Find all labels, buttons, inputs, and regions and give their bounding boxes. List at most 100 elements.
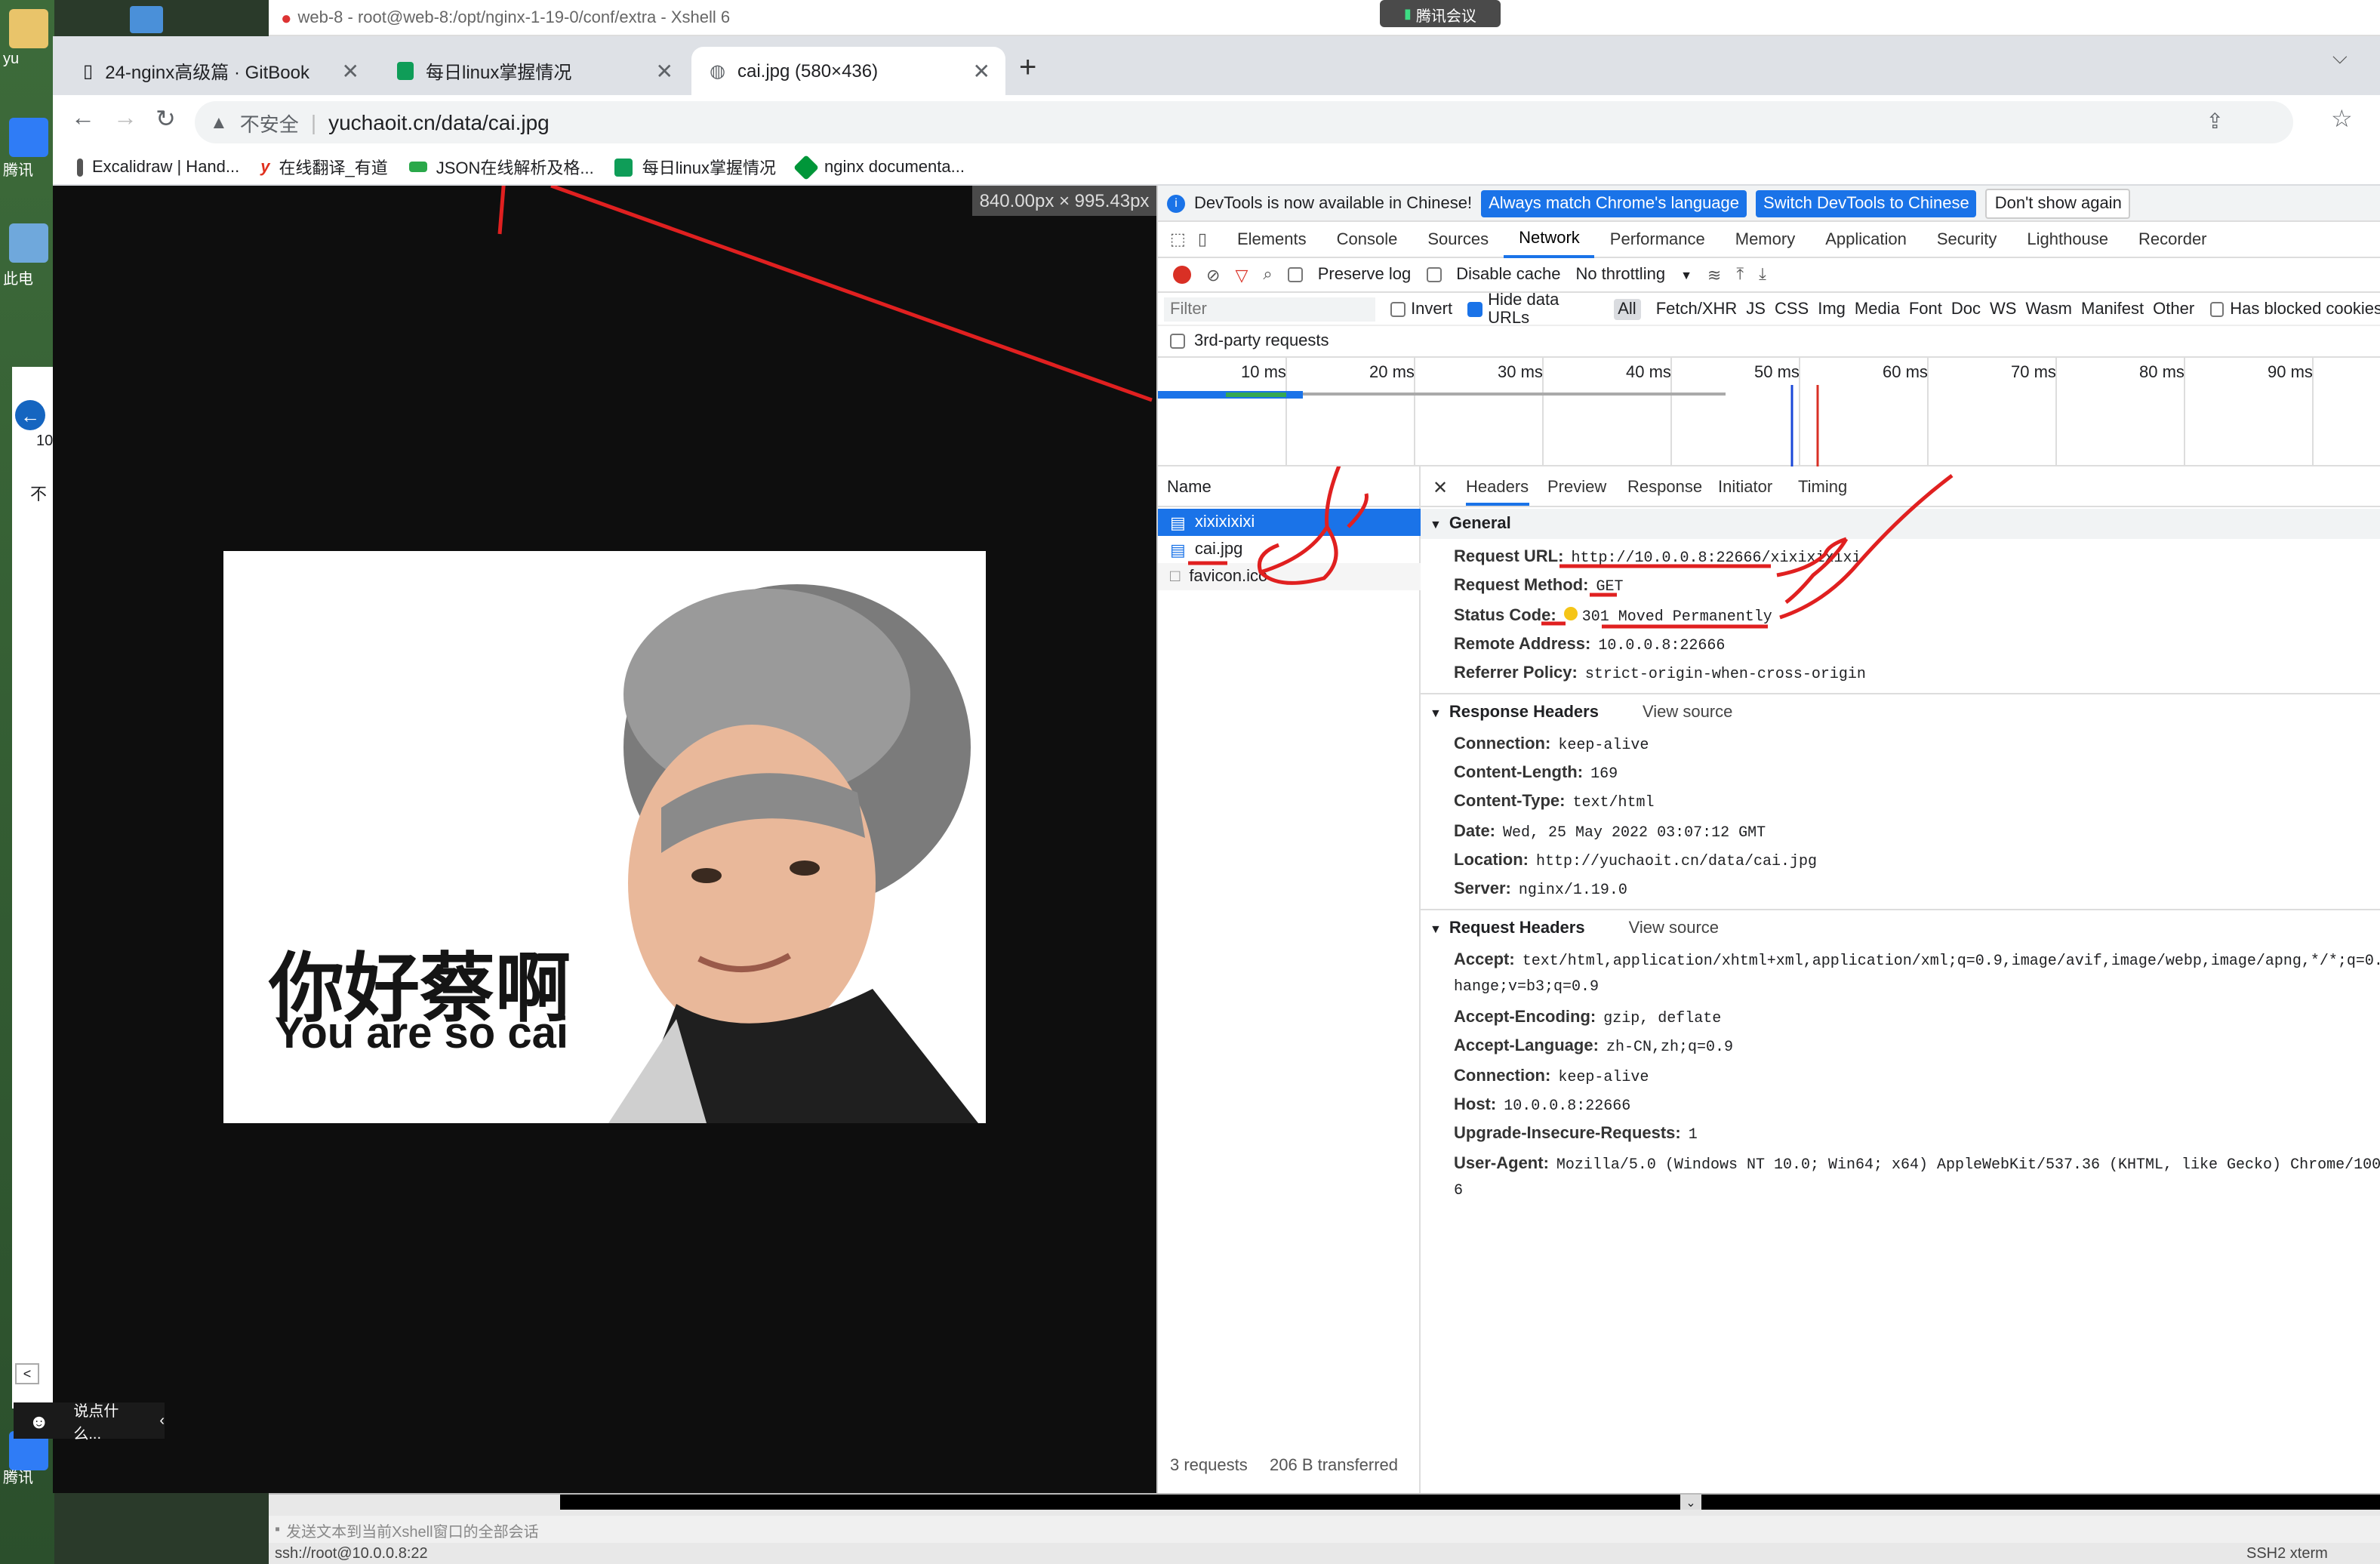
throttling-select[interactable]: No throttling xyxy=(1575,266,1665,284)
tab-recorder[interactable]: Recorder xyxy=(2123,221,2222,257)
type-other[interactable]: Other xyxy=(2153,300,2194,318)
json-icon xyxy=(408,162,427,172)
header-value: keep-alive xyxy=(1558,1070,1649,1087)
send-text-bar[interactable]: ▪ 发送文本到当前Xshell窗口的全部会话 xyxy=(269,1516,2380,1543)
forward-icon[interactable]: → xyxy=(113,106,137,133)
tab-sheets[interactable]: 每日linux掌握情况 ✕ xyxy=(379,47,688,95)
address-bar[interactable]: ▲ 不安全 | yuchaoit.cn/data/cai.jpg ⇪ xyxy=(195,101,2293,143)
download-icon[interactable]: ⤓ xyxy=(1759,265,1766,285)
nginx-icon xyxy=(793,154,820,180)
insecure-label: 不安全 xyxy=(239,112,299,135)
close-icon[interactable]: ✕ xyxy=(973,58,990,84)
tab-label: cai.jpg (580×436) xyxy=(737,60,879,82)
blocked-cookies-checkbox[interactable] xyxy=(2209,301,2225,316)
reload-icon[interactable]: ↻ xyxy=(155,104,176,134)
invert-label: Invert xyxy=(1411,300,1453,318)
bookmark-excalidraw[interactable]: Excalidraw | Hand... xyxy=(77,158,239,176)
computer-icon[interactable] xyxy=(9,223,48,263)
inspect-icon[interactable]: ⬚ xyxy=(1170,229,1186,249)
tab-console[interactable]: Console xyxy=(1322,221,1413,257)
bookmark-sheets[interactable]: 每日linux掌握情况 xyxy=(614,155,776,179)
type-fetch-xhr[interactable]: Fetch/XHR xyxy=(1656,300,1738,318)
invert-checkbox[interactable] xyxy=(1390,301,1406,316)
type-js[interactable]: JS xyxy=(1746,300,1766,318)
dropdown-icon[interactable]: ▼ xyxy=(1680,268,1692,282)
response-headers-header[interactable]: ▼ Response Headers View source xyxy=(1430,703,1732,722)
section-title: Response Headers xyxy=(1449,703,1599,722)
type-img[interactable]: Img xyxy=(1818,300,1846,318)
type-doc[interactable]: Doc xyxy=(1951,300,1981,318)
bookmark-youdao[interactable]: y 在线翻译_有道 xyxy=(260,155,388,179)
url-text: yuchaoit.cn/data/cai.jpg xyxy=(328,110,550,134)
divider xyxy=(1421,693,2380,694)
devtools-infobar: i DevTools is now available in Chinese! … xyxy=(1158,186,2380,222)
tab-elements[interactable]: Elements xyxy=(1222,221,1322,257)
request-headers-header[interactable]: ▼ Request Headers View source xyxy=(1430,919,1719,937)
share-icon[interactable]: ⇪ xyxy=(2206,109,2224,134)
preserve-log-checkbox[interactable] xyxy=(1287,267,1303,282)
tab-search-chevron-icon[interactable]: ⌵ xyxy=(2332,45,2348,69)
close-icon[interactable]: ✕ xyxy=(656,58,673,84)
header-value: keep-alive xyxy=(1558,738,1649,755)
view-source-link[interactable]: View source xyxy=(1629,919,1719,937)
match-language-button[interactable]: Always match Chrome's language xyxy=(1481,189,1747,217)
type-manifest[interactable]: Manifest xyxy=(2081,300,2144,318)
type-css[interactable]: CSS xyxy=(1775,300,1809,318)
back-icon[interactable]: ← xyxy=(71,106,95,133)
tab-gitbook[interactable]: ▯ 24-nginx高级篇 · GitBook ✕ xyxy=(65,47,374,95)
side-app-label: 10 xyxy=(36,433,54,450)
tab-network[interactable]: Network xyxy=(1504,221,1595,257)
filter-icon[interactable]: ▽ xyxy=(1235,265,1248,285)
header-row: User-Agent: Mozilla/5.0 (Windows NT 10.0;… xyxy=(1454,1155,2380,1175)
header-continuation: 6 xyxy=(1454,1184,1464,1200)
device-toggle-icon[interactable]: ▯ xyxy=(1198,229,1207,249)
book-icon: ▯ xyxy=(83,60,94,82)
header-key: Accept-Encoding: xyxy=(1454,1008,1596,1027)
chat-input-pill[interactable]: ☻ 说点什么... ‹ xyxy=(14,1402,165,1443)
view-source-link[interactable]: View source xyxy=(1643,703,1732,722)
chevron-left-icon[interactable]: ‹ xyxy=(159,1412,165,1429)
search-icon[interactable]: ⌕ xyxy=(1263,265,1272,285)
tab-application[interactable]: Application xyxy=(1810,221,1922,257)
scroll-bar[interactable] xyxy=(560,1495,2380,1510)
scroll-down-arrow[interactable]: ⌄ xyxy=(1680,1495,1701,1510)
folder-icon-2[interactable] xyxy=(130,6,163,33)
back-arrow-icon[interactable]: ← xyxy=(15,400,45,430)
new-tab-button[interactable]: + xyxy=(1019,51,1036,86)
tab-memory[interactable]: Memory xyxy=(1720,221,1810,257)
header-key: Accept-Language: xyxy=(1454,1037,1599,1055)
clear-icon[interactable]: ⊘ xyxy=(1206,265,1220,285)
switch-chinese-button[interactable]: Switch DevTools to Chinese xyxy=(1756,189,1977,217)
bookmark-json[interactable]: JSON在线解析及格... xyxy=(408,155,594,179)
record-icon[interactable] xyxy=(1173,266,1191,284)
header-value: text/html,application/xhtml+xml,applicat… xyxy=(1522,954,2380,971)
type-media[interactable]: Media xyxy=(1855,300,1900,318)
meeting-indicator[interactable]: ▮ 腾讯会议 xyxy=(1380,0,1501,27)
hide-data-urls-checkbox[interactable] xyxy=(1467,301,1482,316)
tab-lighthouse[interactable]: Lighthouse xyxy=(2012,221,2123,257)
bookmark-star-icon[interactable]: ☆ xyxy=(2331,104,2353,134)
header-key: Connection: xyxy=(1454,735,1551,753)
desktop-label: 腾讯 xyxy=(3,1470,33,1487)
tab-sources[interactable]: Sources xyxy=(1412,221,1504,257)
type-wasm[interactable]: Wasm xyxy=(2025,300,2072,318)
tab-cai-jpg[interactable]: ◍ cai.jpg (580×436) ✕ xyxy=(691,47,1005,95)
type-font[interactable]: Font xyxy=(1909,300,1942,318)
type-ws[interactable]: WS xyxy=(1990,300,2016,318)
header-key: Content-Length: xyxy=(1454,764,1584,782)
filter-input[interactable] xyxy=(1164,297,1375,321)
scroll-left-arrow[interactable]: < xyxy=(15,1363,39,1384)
close-icon[interactable]: ✕ xyxy=(342,58,359,84)
bookmark-nginx[interactable]: nginx documenta... xyxy=(793,154,965,180)
type-all[interactable]: All xyxy=(1613,298,1641,319)
folder-icon[interactable] xyxy=(9,9,48,48)
status-bar-right: SSH2 xterm xyxy=(2246,1546,2328,1562)
upload-icon[interactable]: ⤒ xyxy=(1736,265,1744,285)
third-party-checkbox[interactable] xyxy=(1170,334,1185,349)
tencent-meeting-icon[interactable] xyxy=(9,118,48,157)
tab-security[interactable]: Security xyxy=(1922,221,2012,257)
disable-cache-checkbox[interactable] xyxy=(1426,267,1442,282)
tab-performance[interactable]: Performance xyxy=(1595,221,1720,257)
wifi-settings-icon[interactable]: ≋ xyxy=(1707,265,1721,285)
dont-show-again-button[interactable]: Don't show again xyxy=(1985,188,2131,218)
